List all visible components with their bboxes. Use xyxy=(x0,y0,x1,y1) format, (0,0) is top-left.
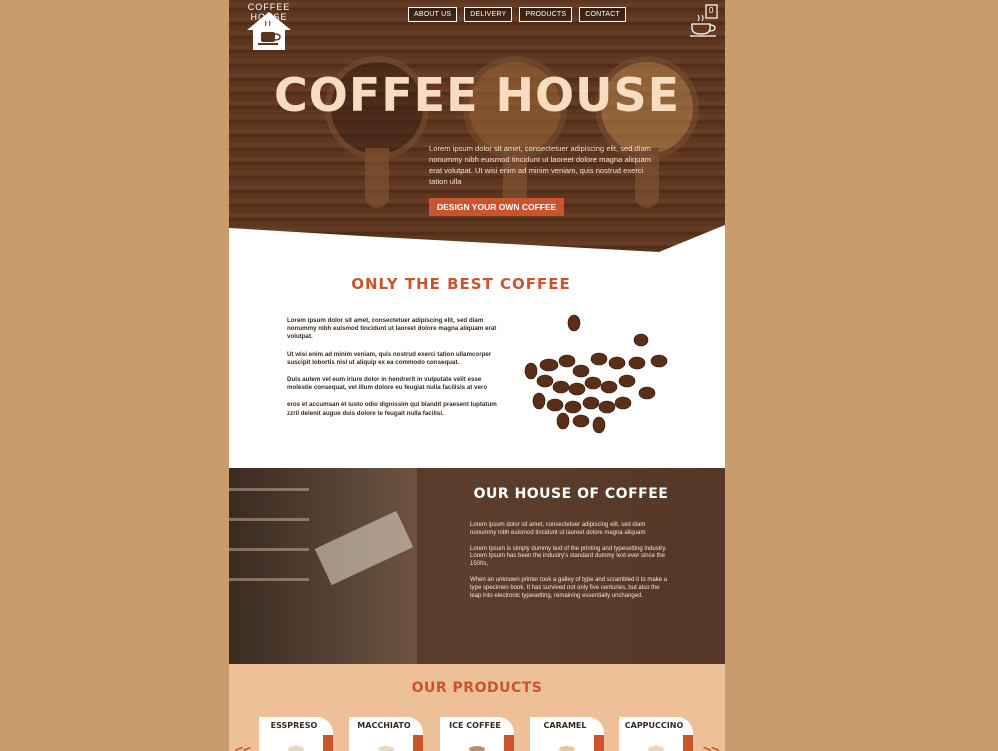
best-paragraph: eros et accumsan et iusto odio dignissim… xyxy=(287,401,497,417)
product-tab xyxy=(323,735,333,751)
products-section: OUR PRODUCTS << >> ESSPRESO MACCHIATO IC… xyxy=(229,664,725,751)
cafe-photo-detail xyxy=(229,518,309,521)
product-tab xyxy=(594,735,604,751)
cafe-counter-image xyxy=(314,510,414,586)
best-paragraph: Lorem ipsum dolor sit amet, consectetuer… xyxy=(287,317,497,341)
coffee-beans-image xyxy=(524,314,668,434)
house-paragraph: When an unknown printer took a galley of… xyxy=(470,576,668,599)
house-paragraph: Lorem Ipsum is simply dummy text of the … xyxy=(470,545,667,568)
product-name: ESSPRESO xyxy=(270,721,318,730)
house-paragraph: Lorem ipsum dolor sit amet, consectetuer… xyxy=(470,522,646,536)
cafe-photo-detail xyxy=(229,578,309,581)
hero-diagonal-divider xyxy=(229,225,725,255)
product-tab xyxy=(683,735,693,751)
best-paragraph: Duis autem vel eum iriure dolor in hendr… xyxy=(287,376,488,392)
product-card-cappuccino[interactable]: CAPPUCCINO xyxy=(619,717,693,751)
house-text: Lorem ipsum dolor sit amet, consectetuer… xyxy=(470,522,670,608)
house-title: OUR HOUSE OF COFFEE xyxy=(473,486,669,502)
prev-arrow-icon[interactable]: << xyxy=(235,742,251,751)
best-coffee-text: Lorem ipsum dolor sit amet, consectetuer… xyxy=(287,317,501,427)
cappuccino-cup-icon xyxy=(648,746,664,751)
product-name: ICE COFFEE xyxy=(449,721,501,730)
product-name: CARAMEL xyxy=(543,721,587,730)
next-arrow-icon[interactable]: >> xyxy=(703,742,719,751)
best-coffee-section: ONLY THE BEST COFFEE Lorem ipsum dolor s… xyxy=(229,255,725,468)
ice-coffee-icon xyxy=(469,746,485,751)
hero-section: COFFEE HOUSE ABOUT US DELIVERY PRODUCTS … xyxy=(229,0,725,255)
caramel-cup-icon xyxy=(559,746,575,751)
our-house-section: OUR HOUSE OF COFFEE Lorem ipsum dolor si… xyxy=(229,468,725,664)
macchiato-cup-icon xyxy=(378,746,394,751)
cafe-photo-detail xyxy=(229,488,309,491)
product-tab xyxy=(504,735,514,751)
product-card-ice-coffee[interactable]: ICE COFFEE xyxy=(440,717,514,751)
cafe-photo-detail xyxy=(229,548,309,551)
products-title: OUR PRODUCTS xyxy=(411,680,543,696)
page: COFFEE HOUSE ABOUT US DELIVERY PRODUCTS … xyxy=(229,0,725,751)
best-coffee-title: ONLY THE BEST COFFEE xyxy=(351,275,571,293)
product-card-macchiato[interactable]: MACCHIATO xyxy=(349,717,423,751)
product-name: CAPPUCCINO xyxy=(624,721,684,730)
product-card-caramel[interactable]: CARAMEL xyxy=(530,717,604,751)
best-paragraph: Ut wisi enim ad minim veniam, quis nostr… xyxy=(287,350,492,366)
product-tab xyxy=(413,735,423,751)
product-card-esspreso[interactable]: ESSPRESO xyxy=(259,717,333,751)
espresso-cup-icon xyxy=(288,746,304,751)
product-name: MACCHIATO xyxy=(357,721,411,730)
